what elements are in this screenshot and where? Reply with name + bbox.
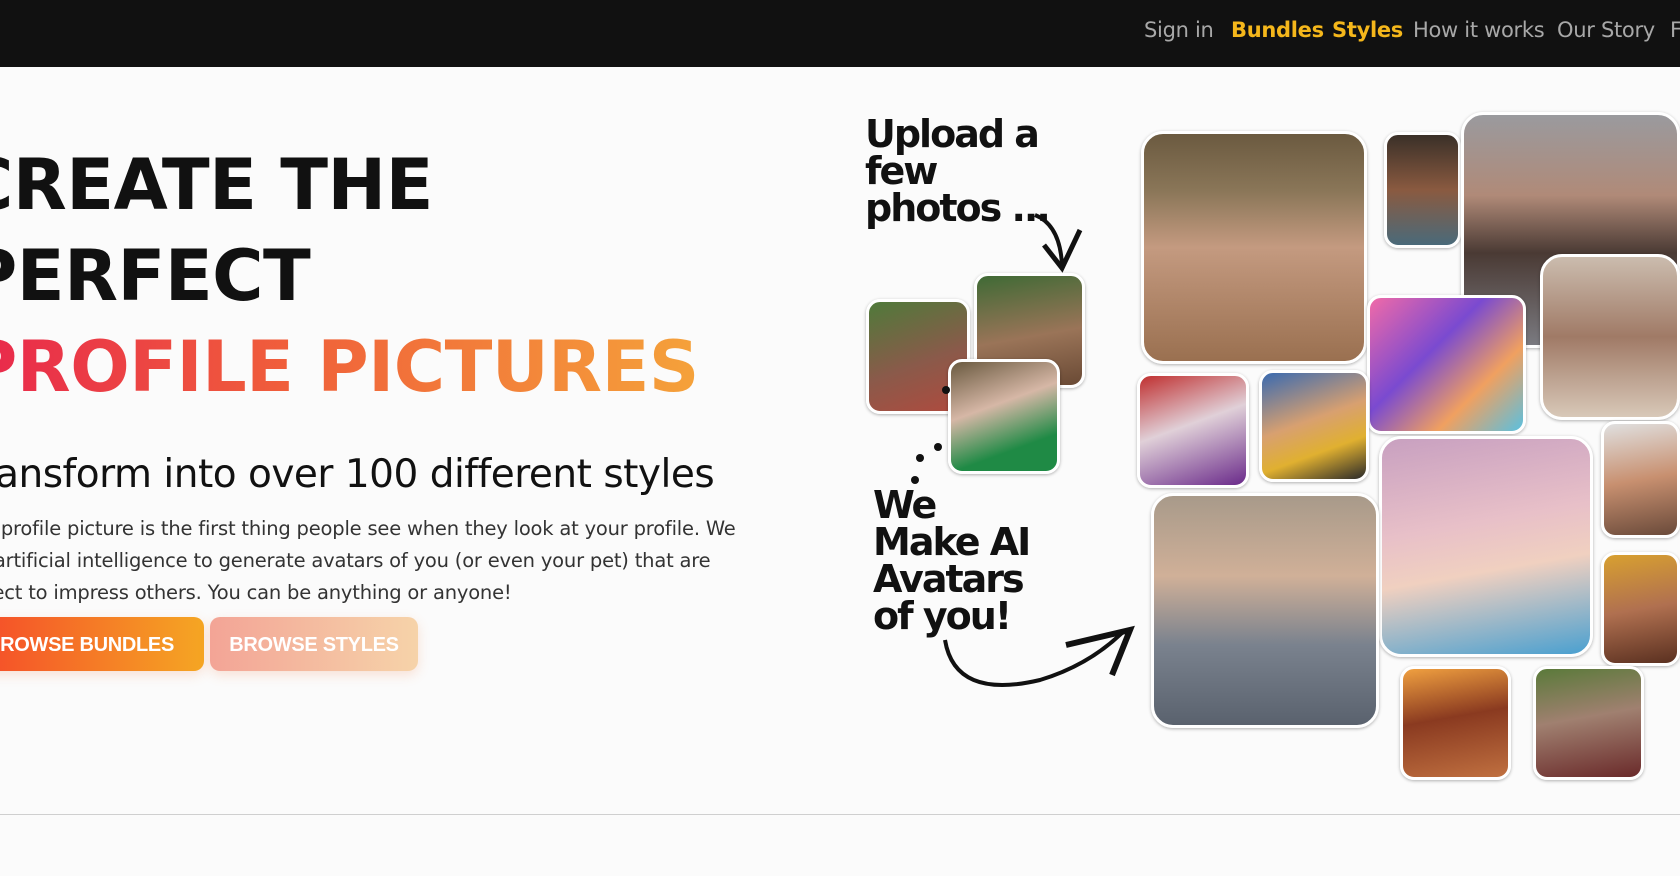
avatar-zombie: [1533, 666, 1644, 780]
top-nav: Sign in Bundles Styles How it works Our …: [0, 0, 1680, 67]
avatar-watercolor: [1367, 295, 1526, 434]
hero-title-line-3: PROFILE PICTURES: [0, 332, 699, 402]
dot-icon: [916, 454, 924, 462]
nav-styles[interactable]: Styles: [1332, 18, 1403, 42]
browse-bundles-button[interactable]: BROWSE BUNDLES: [0, 617, 204, 671]
arrow-head-icon: [1042, 228, 1083, 273]
avatar-pearl-earring: [1259, 370, 1369, 482]
avatar-sitting: [1540, 254, 1680, 420]
avatar-viking: [1141, 131, 1367, 364]
browse-styles-button[interactable]: BROWSE STYLES: [210, 617, 418, 671]
nav-how-it-works[interactable]: How it works: [1413, 18, 1545, 42]
nav-bundles[interactable]: Bundles: [1231, 18, 1324, 42]
hero-title-line-1: CREATE THE: [0, 144, 433, 226]
arrow-curve-icon: [943, 628, 1127, 687]
avatar-crown: [1601, 552, 1680, 666]
hero-description: Your profile picture is the first thing …: [0, 517, 736, 604]
dot-icon: [934, 443, 942, 451]
hero-subtitle: Transform into over 100 different styles: [0, 452, 715, 497]
uploaded-photo-3: [948, 359, 1060, 474]
arrow-head-icon: [1065, 625, 1135, 677]
avatar-professional: [1151, 493, 1379, 728]
upload-caption: Upload a few photos ...: [865, 112, 1051, 230]
avatar-sunglasses: [1601, 421, 1680, 538]
avatar-fire: [1400, 666, 1511, 780]
result-caption: We Make AI Avatars of you!: [873, 483, 1031, 638]
avatar-cyborg: [1384, 132, 1461, 248]
nav-sign-in[interactable]: Sign in: [1144, 18, 1214, 42]
hero-title-line-2: PERFECT: [0, 235, 311, 317]
avatar-anime: [1379, 436, 1593, 657]
nav-our-story[interactable]: Our Story: [1557, 18, 1655, 42]
nav-more[interactable]: F: [1670, 18, 1680, 42]
section-divider: [0, 814, 1680, 815]
avatar-clown: [1137, 373, 1249, 488]
